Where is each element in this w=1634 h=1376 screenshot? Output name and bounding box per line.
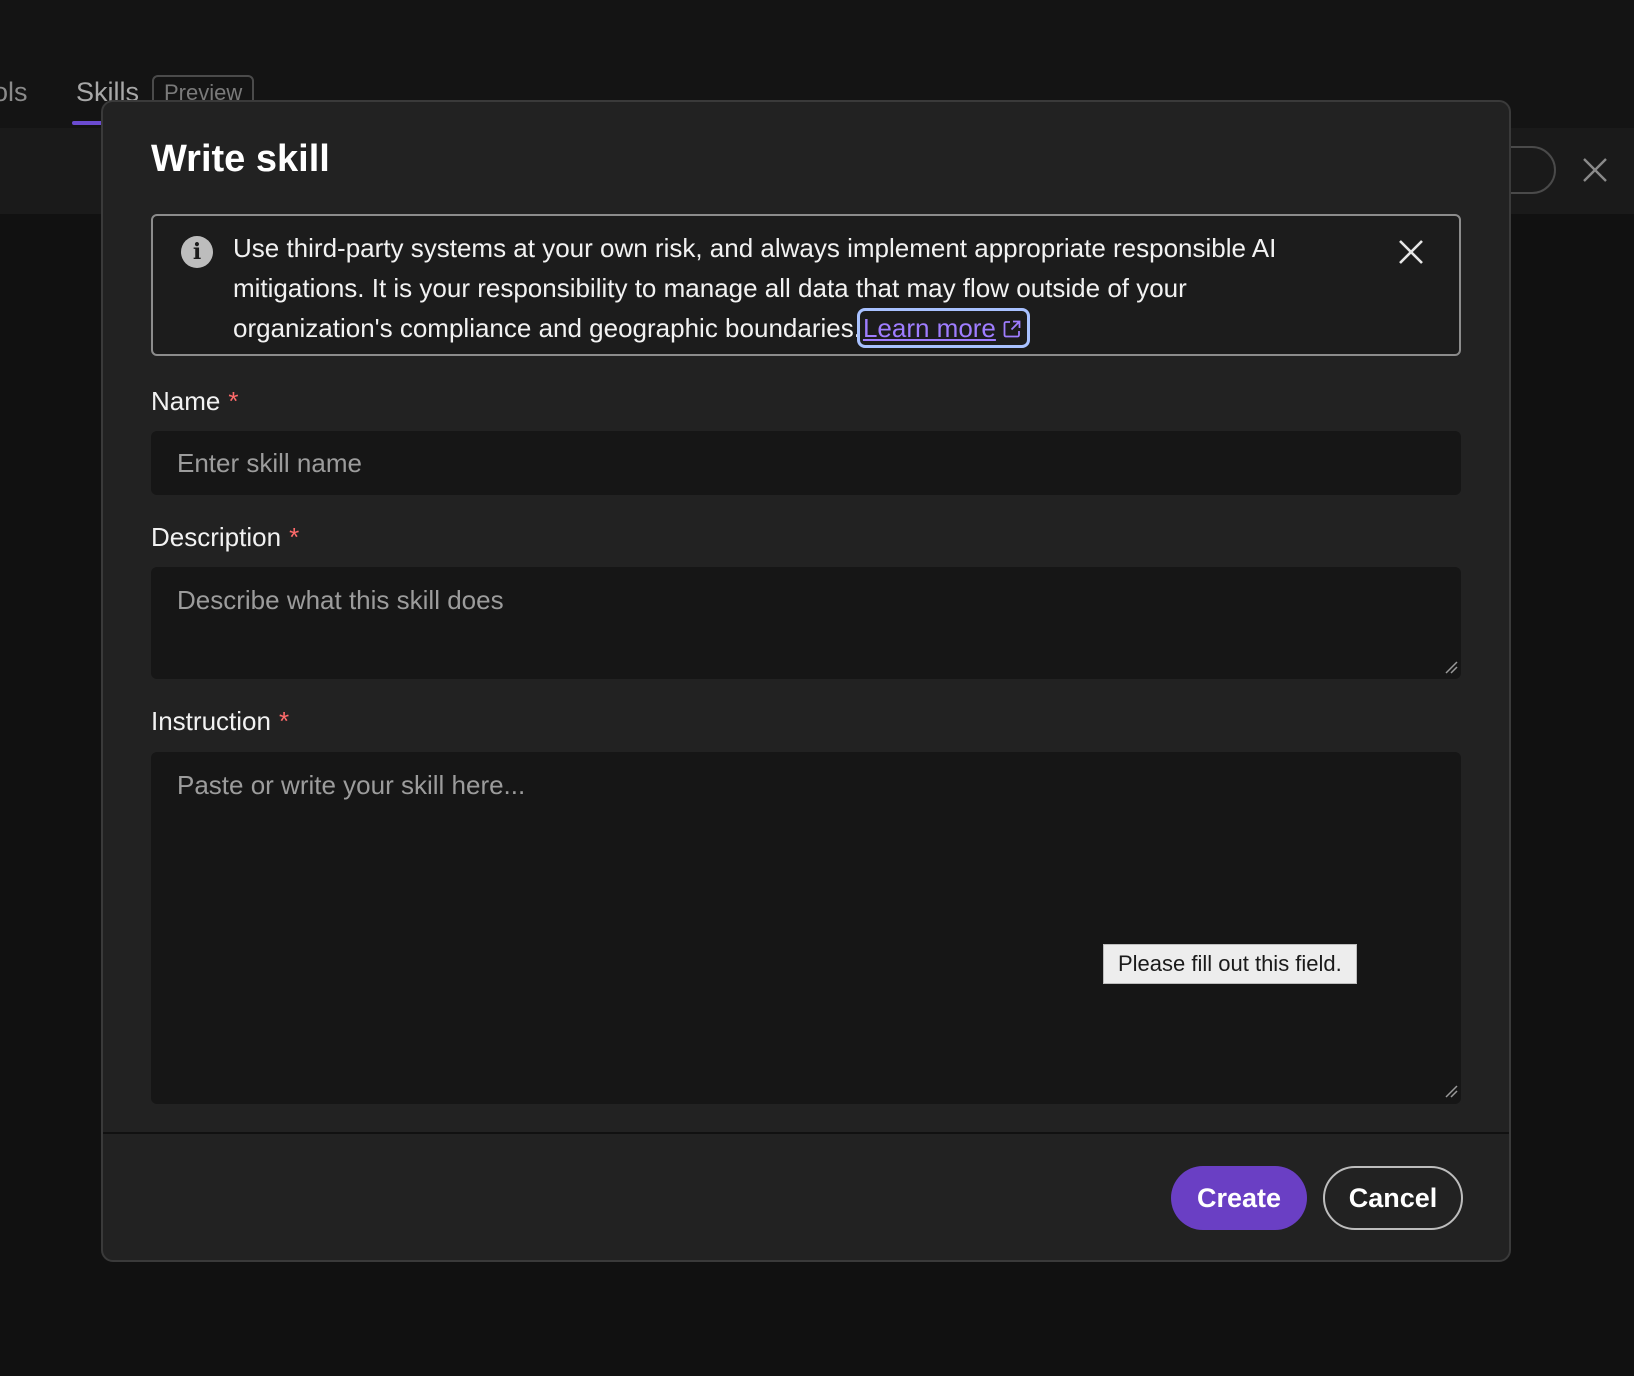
skill-name-input[interactable] xyxy=(151,431,1461,495)
instruction-label: Instruction * xyxy=(151,706,289,737)
panel-close-icon[interactable] xyxy=(1580,155,1610,185)
notice-message: Use third-party systems at your own risk… xyxy=(233,233,1277,343)
page: ools Skills Preview nt? Write skill i Us… xyxy=(0,0,1634,1376)
cancel-button[interactable]: Cancel xyxy=(1323,1166,1463,1230)
required-asterisk: * xyxy=(228,386,239,416)
responsible-ai-notice: i Use third-party systems at your own ri… xyxy=(151,214,1461,356)
required-asterisk: * xyxy=(278,706,290,736)
learn-more-link[interactable]: Learn more xyxy=(856,308,1030,348)
description-label: Description * xyxy=(151,522,299,553)
required-asterisk: * xyxy=(289,522,300,552)
dialog-title: Write skill xyxy=(151,138,330,180)
external-link-icon xyxy=(1003,320,1021,338)
learn-more-label: Learn more xyxy=(862,313,996,343)
skill-description-textarea[interactable] xyxy=(151,567,1461,679)
info-icon: i xyxy=(181,236,213,268)
notice-text-block: Use third-party systems at your own risk… xyxy=(233,228,1343,348)
name-label-text: Name xyxy=(151,386,221,416)
resize-handle-icon[interactable] xyxy=(1444,1084,1458,1098)
create-button[interactable]: Create xyxy=(1171,1166,1307,1230)
resize-handle-icon[interactable] xyxy=(1444,660,1458,674)
write-skill-dialog: Write skill i Use third-party systems at… xyxy=(101,100,1511,1262)
name-label: Name * xyxy=(151,386,238,417)
footer-divider xyxy=(103,1132,1509,1134)
dismiss-notice-icon[interactable] xyxy=(1395,236,1427,268)
validation-tooltip: Please fill out this field. xyxy=(1103,944,1357,984)
instruction-label-text: Instruction xyxy=(151,706,271,736)
tab-tools[interactable]: ools xyxy=(0,77,28,108)
description-label-text: Description xyxy=(151,522,282,552)
skill-instruction-textarea[interactable] xyxy=(151,752,1461,1104)
